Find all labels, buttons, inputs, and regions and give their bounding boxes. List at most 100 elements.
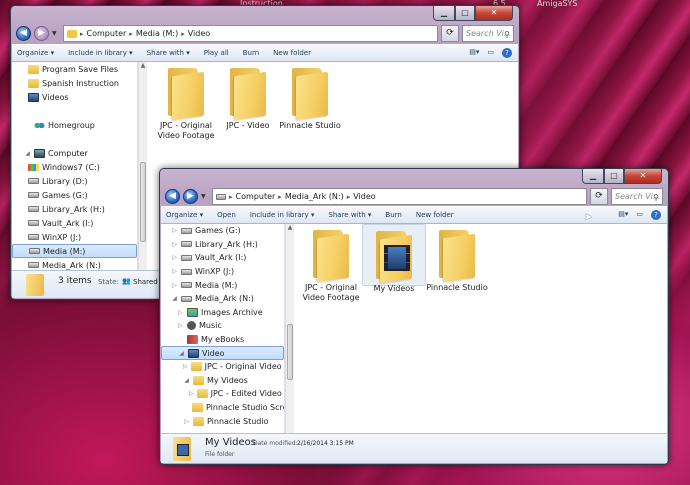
toolbar-play-all-button[interactable]: Play all (204, 49, 229, 57)
nav-item-label: Homegroup (48, 120, 95, 130)
preview-pane-icon[interactable]: ▭ (487, 48, 494, 58)
forward-button[interactable]: ▶ (183, 189, 198, 204)
nav-item[interactable]: ▷ WinXP (J:) (161, 265, 284, 279)
nav-item[interactable]: ▷ Vault_Ark (I:) (161, 251, 284, 265)
view-options-icon[interactable]: ▤▾ (618, 210, 628, 220)
expand-arrow-icon[interactable]: ◢ (24, 150, 31, 157)
nav-item[interactable]: WinXP (J:) (12, 230, 137, 244)
search-input[interactable]: Search Vi... ⚲ (611, 188, 663, 205)
navigation-pane[interactable]: ▷ Games (G:) ▷ Library_Ark (H:) ▷ Vault_Ark (… (161, 224, 285, 433)
view-options-icon[interactable]: ▤▾ (469, 48, 479, 58)
nav-item[interactable]: Games (G:) (12, 188, 137, 202)
toolbar-include-in-library-button[interactable]: Include in library ▾ (68, 49, 133, 57)
nav-item[interactable]: ▷ Music (161, 319, 284, 333)
expand-arrow-icon[interactable]: ▷ (189, 390, 194, 397)
maximize-button[interactable]: □ (604, 169, 624, 184)
refresh-icon[interactable]: ⟳ (590, 188, 608, 205)
nav-item[interactable]: ▷ Images Archive (161, 306, 284, 320)
nav-item[interactable]: Spanish Instruction (12, 76, 137, 90)
breadcrumb-drive[interactable]: Media_Ark (N:) (285, 192, 344, 201)
back-button[interactable]: ◀ (165, 189, 180, 204)
nav-item[interactable]: ◢ My Videos (161, 374, 284, 388)
nav-item[interactable]: Vault_Ark (I:) (12, 216, 137, 230)
folder-tile[interactable]: My Videos (362, 224, 426, 293)
toolbar-new-folder-button[interactable]: New folder (416, 211, 454, 219)
nav-item[interactable]: ◢ Video (161, 346, 284, 360)
expand-arrow-icon[interactable]: ▷ (183, 418, 190, 425)
toolbar-open-button[interactable]: Open (217, 211, 236, 219)
expand-arrow-icon[interactable]: ▷ (171, 268, 178, 275)
nav-item[interactable]: ▷ Library_Ark (H:) (161, 238, 284, 252)
expand-arrow-icon[interactable]: ◢ (171, 295, 178, 302)
help-icon[interactable]: ? (651, 210, 661, 220)
minimize-button[interactable]: ▁ (433, 6, 455, 21)
folder-tile[interactable]: Pinnacle Studio (278, 62, 342, 131)
toolbar-include-in-library-button[interactable]: Include in library ▾ (250, 211, 315, 219)
nav-item[interactable]: Homegroup (12, 118, 137, 132)
breadcrumb-computer[interactable]: Computer (236, 192, 276, 201)
breadcrumb-drive[interactable]: Media (M:) (136, 29, 178, 38)
expand-arrow-icon[interactable]: ▷ (171, 254, 178, 261)
nav-scroll-thumb[interactable] (140, 162, 146, 242)
nav-item-label: Media_Ark (N:) (42, 260, 101, 270)
nav-item[interactable]: Library (D:) (12, 174, 137, 188)
nav-item[interactable]: Library_Ark (H:) (12, 202, 137, 216)
toolbar-new-folder-button[interactable]: New folder (273, 49, 311, 57)
expand-arrow-icon[interactable]: ▷ (177, 322, 184, 329)
close-button[interactable]: ✕ (475, 6, 513, 21)
breadcrumb-folder[interactable]: Video (353, 192, 375, 201)
nav-scroll-thumb[interactable] (287, 324, 293, 380)
recent-pages-dropdown[interactable]: ▼ (201, 193, 209, 200)
folder-tile[interactable]: JPC - Original Video Footage (299, 224, 363, 303)
explorer-window-media-ark-n[interactable]: ▁ □ ✕ ◀ ▶ ▼ ▸ Computer ▸ Media_Ark (N:) … (159, 168, 669, 465)
nav-item[interactable]: Program Save Files (12, 62, 137, 76)
address-bar[interactable]: ▸ Computer ▸ Media (M:) ▸ Video (63, 25, 438, 42)
nav-item[interactable]: Media (M:) (12, 244, 137, 258)
forward-button[interactable]: ▶ (34, 26, 49, 41)
folder-tile[interactable]: Pinnacle Studio (425, 224, 489, 293)
expand-arrow-icon[interactable]: ▷ (171, 241, 178, 248)
file-list[interactable]: JPC - Original Video Footage My Videos Pin… (295, 224, 667, 433)
expand-arrow-icon[interactable]: ▷ (177, 309, 184, 316)
nav-item[interactable]: ◢ Computer (12, 146, 137, 160)
expand-arrow-icon[interactable]: ▷ (183, 363, 188, 370)
nav-item[interactable]: ▷ Games (G:) (161, 224, 284, 238)
breadcrumb-computer[interactable]: Computer (87, 29, 127, 38)
back-button[interactable]: ◀ (16, 26, 31, 41)
expand-arrow-icon[interactable]: ◢ (178, 350, 185, 357)
nav-item[interactable]: Windows7 (C:) (12, 160, 137, 174)
search-input[interactable]: Search Vi... ⚲ (462, 25, 514, 42)
address-bar[interactable]: ▸ Computer ▸ Media_Ark (N:) ▸ Video (212, 188, 587, 205)
toolbar-share-with-button[interactable]: Share with ▾ (328, 211, 371, 219)
toolbar-share-with-button[interactable]: Share with ▾ (147, 49, 190, 57)
help-icon[interactable]: ? (502, 48, 512, 58)
nav-item[interactable]: ▷ Pinnacle Studio (161, 414, 284, 428)
expand-arrow-icon[interactable]: ◢ (183, 377, 190, 384)
folder-tile[interactable]: JPC - Video (216, 62, 280, 131)
nav-item[interactable]: Videos (12, 90, 137, 104)
navigation-pane[interactable]: Program Save Files Spanish Instruction Vid… (12, 62, 138, 298)
nav-item[interactable]: ▷ Media (M:) (161, 278, 284, 292)
toolbar-organize-button[interactable]: Organize ▾ (166, 211, 203, 219)
nav-scrollbar[interactable]: ▲ (138, 62, 147, 298)
nav-item-label: Vault_Ark (I:) (42, 218, 94, 228)
nav-item[interactable]: My eBooks (161, 333, 284, 347)
nav-scrollbar[interactable]: ▲ (285, 224, 294, 433)
folder-tile[interactable]: JPC - Original Video Footage (154, 62, 218, 141)
close-button[interactable]: ✕ (624, 169, 662, 184)
refresh-icon[interactable]: ⟳ (441, 25, 459, 42)
toolbar-organize-button[interactable]: Organize ▾ (17, 49, 54, 57)
nav-item[interactable]: ▷ JPC - Edited Video File (161, 387, 284, 401)
toolbar-burn-button[interactable]: Burn (385, 211, 401, 219)
nav-item[interactable]: ▷ JPC - Original Video Foo (161, 360, 284, 374)
toolbar-burn-button[interactable]: Burn (243, 49, 259, 57)
recent-pages-dropdown[interactable]: ▼ (52, 30, 60, 37)
preview-pane-icon[interactable]: ▭ (636, 210, 643, 220)
nav-item[interactable]: Pinnacle Studio Screen (161, 401, 284, 415)
minimize-button[interactable]: ▁ (582, 169, 604, 184)
breadcrumb-folder[interactable]: Video (188, 29, 210, 38)
maximize-button[interactable]: □ (455, 6, 475, 21)
expand-arrow-icon[interactable]: ▷ (171, 282, 178, 289)
nav-item[interactable]: ◢ Media_Ark (N:) (161, 292, 284, 306)
expand-arrow-icon[interactable]: ▷ (171, 227, 178, 234)
